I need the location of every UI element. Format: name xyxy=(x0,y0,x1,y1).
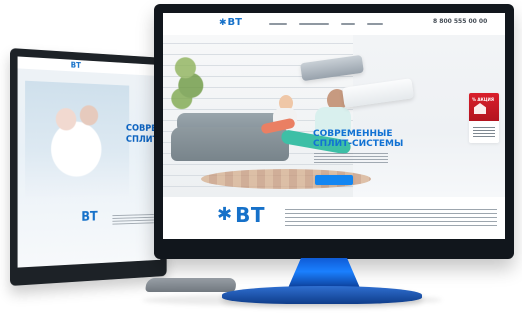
back-topbar: BT xyxy=(17,56,161,77)
scene: BT СОВРЕ СПЛИТ BT ✱ BT 8 800 555 00 00 С… xyxy=(0,0,522,319)
site-logo[interactable]: ✱ BT xyxy=(219,16,242,30)
girl-legs xyxy=(260,117,296,135)
promo-card-text xyxy=(473,127,495,137)
front-monitor-neck xyxy=(288,258,360,288)
back-body-copy xyxy=(112,214,154,225)
front-screen: ✱ BT 8 800 555 00 00 СОВРЕМЕННЫЕ СПЛИТ-С… xyxy=(163,13,505,239)
back-logo: BT xyxy=(70,60,81,70)
about-logo-text: BT xyxy=(235,203,265,227)
hero-plant xyxy=(171,37,207,125)
back-bottom-logo: BT xyxy=(81,209,98,225)
back-monitor-stand xyxy=(145,278,237,292)
hero-cta-button[interactable] xyxy=(315,175,353,185)
promo-badge: % АКЦИЯ xyxy=(472,97,494,102)
nav-link-1[interactable] xyxy=(269,23,287,25)
about-logo: ✱ BT xyxy=(217,205,265,225)
promo-card[interactable]: % АКЦИЯ xyxy=(469,93,499,143)
nav-link-3[interactable] xyxy=(341,23,355,25)
nav-link-4[interactable] xyxy=(367,23,383,25)
back-hero-title: СОВРЕ СПЛИТ xyxy=(125,122,159,145)
main-navigation xyxy=(269,19,383,29)
back-monitor: BT СОВРЕ СПЛИТ BT xyxy=(10,48,167,286)
hero-title: СОВРЕМЕННЫЕ СПЛИТ-СИСТЕМЫ xyxy=(313,129,404,149)
hero-subtitle xyxy=(314,153,388,163)
back-screen: BT СОВРЕ СПЛИТ BT xyxy=(17,56,161,268)
about-copy xyxy=(285,209,497,226)
snowflake-icon: ✱ xyxy=(217,204,233,225)
snowflake-icon: ✱ xyxy=(219,17,227,28)
nav-link-2[interactable] xyxy=(299,23,329,25)
front-monitor: ✱ BT 8 800 555 00 00 СОВРЕМЕННЫЕ СПЛИТ-С… xyxy=(154,4,514,259)
header-phone-number[interactable]: 8 800 555 00 00 xyxy=(433,18,487,25)
site-logo-text: BT xyxy=(227,17,242,28)
about-section: ✱ BT xyxy=(163,197,505,239)
hero-section: СОВРЕМЕННЫЕ СПЛИТ-СИСТЕМЫ % АКЦИЯ xyxy=(163,35,505,197)
front-monitor-base xyxy=(222,286,422,304)
site-header: ✱ BT 8 800 555 00 00 xyxy=(163,13,505,36)
back-hero-photo xyxy=(25,80,130,198)
girl-figure xyxy=(255,95,315,175)
